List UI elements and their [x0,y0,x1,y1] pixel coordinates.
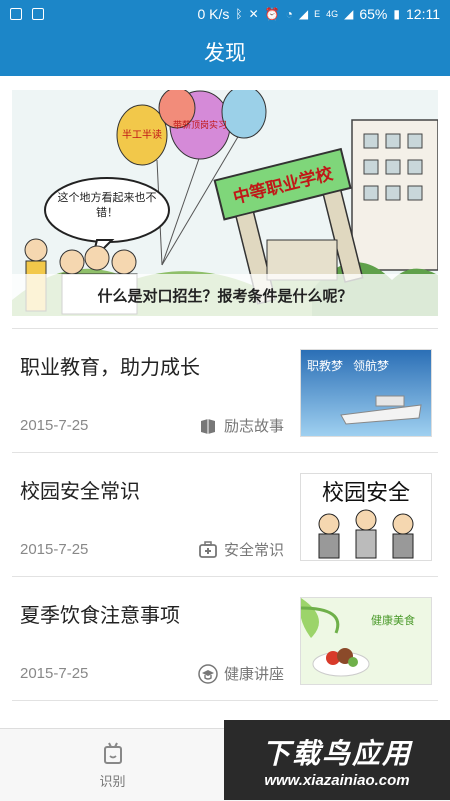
watermark-url: www.xiazainiao.com [264,771,410,789]
speech-bubble-text: 这个地方看起来也不错！ [57,191,157,219]
page-title: 发现 [204,41,246,65]
article-category: 健康讲座 [198,663,284,684]
article-date: 2015-7-25 [20,665,89,682]
mute-icon: ✕ [248,7,259,21]
network-speed: 0 K/s [197,6,230,22]
list-divider [12,700,438,701]
article-item[interactable]: 校园安全常识 2015-7-25 安全常识 校园安全 [12,452,438,577]
thumb-text-1: 健康美食 [371,613,415,627]
article-title: 夏季饮食注意事项 [20,603,180,627]
article-title: 校园安全常识 [20,479,140,503]
status-right: 0 K/s ᛒ ✕ ⏰ ◔ ◢ E 4G ◢ 65% ▮ 12:11 [197,6,440,22]
watermark: 下载鸟应用 www.xiazainiao.com [224,720,450,800]
balloon-center-text: 带薪顶岗实习 [173,119,227,131]
signal-label: E [314,9,321,19]
article-category: 励志故事 [198,415,284,436]
clock: 12:11 [406,6,440,22]
notification-icon [10,8,22,20]
first-aid-icon [199,540,217,558]
watermark-title: 下载鸟应用 [261,736,412,770]
battery-percent: 65% [359,6,388,22]
tab-scan-label: 识别 [99,774,126,790]
title-bar: 发现 [0,28,450,76]
signal-icon: ◢ [298,7,309,21]
banner-caption: 什么是对口招生？报考条件是什么呢？ [12,274,438,316]
battery-icon: ▮ [393,7,400,21]
article-thumbnail: 职教梦 领航梦 [300,349,432,437]
article-category-label: 励志故事 [224,417,285,435]
wifi-icon: ◔ [285,7,293,21]
thumb-text-1: 校园安全 [322,481,410,506]
article-thumbnail: 健康美食 [300,597,432,685]
article-category-label: 安全常识 [224,541,285,559]
thumb-text-2: 领航梦 [353,358,389,373]
book-icon [201,418,215,434]
scan-icon [103,742,122,764]
article-date: 2015-7-25 [20,541,89,558]
alarm-icon: ⏰ [264,7,280,21]
article-date: 2015-7-25 [20,417,89,434]
thumb-text-1: 职教梦 [307,358,343,373]
article-title: 职业教育，助力成长 [20,355,200,379]
balloon-left-text: 半工半读 [122,128,162,141]
article-category-label: 健康讲座 [224,665,285,683]
net-type: 4G [326,9,339,19]
discover-feed[interactable]: 中等职业学校 半工半读 带薪顶岗实习 这个地方看起来也不错！ 什么是对口招生？报… [0,76,450,728]
article-thumbnail: 校园安全 [300,473,432,561]
article-item[interactable]: 夏季饮食注意事项 2015-7-25 健康讲座 健康美食 [12,576,438,701]
signal-strength-icon: ◢ [344,7,354,21]
status-left [10,8,44,20]
bluetooth-icon: ᛒ [235,7,243,21]
status-bar: 0 K/s ᛒ ✕ ⏰ ◔ ◢ E 4G ◢ 65% ▮ 12:11 [0,0,450,28]
banner-carousel[interactable]: 中等职业学校 半工半读 带薪顶岗实习 这个地方看起来也不错！ 什么是对口招生？报… [12,90,438,316]
image-icon [32,8,44,20]
tab-scan[interactable]: 识别 [0,729,225,801]
graduation-cap-icon [198,663,218,684]
article-category: 安全常识 [198,539,284,560]
article-item[interactable]: 职业教育，助力成长 2015-7-25 励志故事 职教梦 领航梦 [12,328,438,453]
